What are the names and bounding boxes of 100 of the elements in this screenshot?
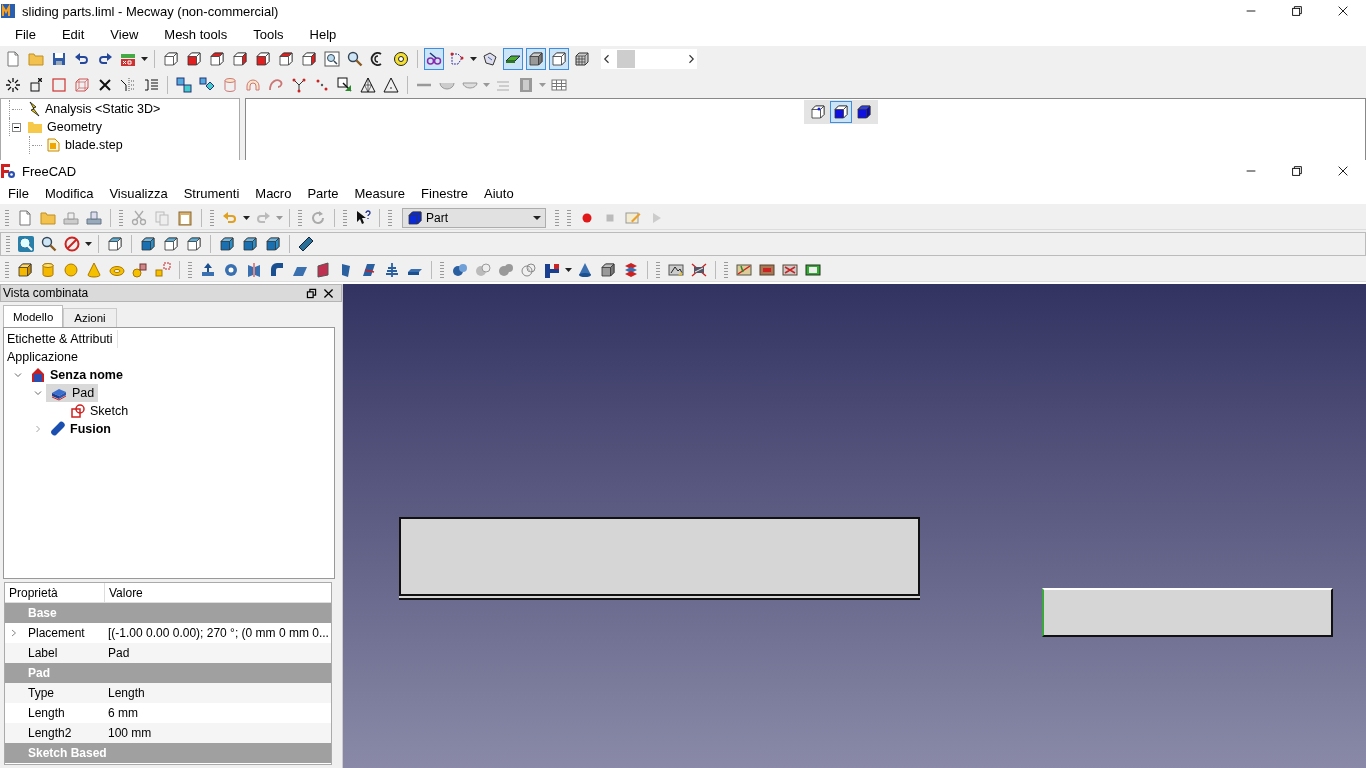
curve-icon[interactable] — [268, 77, 284, 93]
menu-item[interactable]: View — [95, 26, 150, 42]
menu-item[interactable]: Edit — [46, 26, 96, 42]
toolbar-grip[interactable] — [388, 209, 392, 226]
cube-outline-icon[interactable] — [74, 77, 90, 93]
box-icon[interactable] — [17, 261, 33, 278]
property-value[interactable]: 6 mm — [105, 706, 138, 720]
toggle-button[interactable] — [526, 48, 546, 70]
spheres-icon[interactable] — [452, 261, 468, 278]
restore-icon[interactable] — [1290, 164, 1304, 178]
caret-icon[interactable] — [141, 57, 148, 61]
sphere-icon[interactable] — [63, 261, 79, 278]
cube-icon[interactable] — [209, 51, 225, 67]
triangle-mesh-icon[interactable] — [360, 77, 376, 93]
help-pointer-icon[interactable] — [355, 209, 371, 226]
join-icon[interactable] — [544, 261, 560, 278]
caret-icon[interactable] — [85, 242, 92, 246]
cube-icon[interactable] — [242, 236, 258, 252]
mesh-box-icon[interactable] — [120, 51, 136, 67]
toolbar-grip[interactable] — [724, 261, 728, 278]
close-icon[interactable] — [322, 286, 335, 300]
undo-icon[interactable] — [74, 51, 90, 67]
menu-item[interactable]: File — [0, 185, 37, 201]
redo-icon[interactable] — [97, 51, 113, 67]
burst-icon[interactable] — [5, 77, 21, 93]
tree-item[interactable]: Geometry — [47, 120, 102, 134]
cylinder-icon[interactable] — [222, 77, 238, 93]
clipboard-icon[interactable] — [177, 209, 193, 226]
cube-icon[interactable] — [186, 51, 202, 67]
close-icon[interactable] — [1336, 4, 1350, 18]
page-icon[interactable] — [5, 51, 21, 67]
float-icon[interactable] — [305, 286, 318, 300]
dots-icon[interactable] — [314, 77, 330, 93]
chevron-icon[interactable] — [11, 629, 17, 637]
menu-item[interactable]: Tools — [238, 26, 295, 42]
tree-item[interactable]: Analysis <Static 3D> — [45, 102, 161, 116]
cube-icon[interactable] — [301, 51, 317, 67]
workbench-dropdown[interactable]: Part — [402, 207, 546, 228]
toggle-button[interactable] — [424, 48, 444, 70]
menu-item[interactable]: Measure — [346, 185, 414, 201]
magnifier-icon[interactable] — [18, 236, 34, 252]
cube-icon[interactable] — [107, 236, 123, 252]
toolbar-grip[interactable] — [567, 209, 571, 226]
tree-item[interactable]: Fusion — [46, 420, 115, 438]
cube-icon[interactable] — [278, 51, 294, 67]
menu-item[interactable]: Aiuto — [476, 185, 522, 201]
extrude-icon[interactable] — [200, 261, 216, 278]
tab[interactable]: Azioni — [63, 308, 117, 327]
tree-item[interactable]: Sketch — [66, 402, 133, 420]
cube-icon[interactable] — [186, 236, 202, 252]
box-burst-icon[interactable] — [28, 77, 44, 93]
caret-icon[interactable] — [565, 267, 572, 272]
caret-icon[interactable] — [470, 57, 477, 61]
zoom-target-icon[interactable] — [393, 51, 409, 67]
collapse-icon[interactable] — [12, 122, 21, 132]
tree-item[interactable]: Senza nome — [26, 366, 127, 384]
cube-icon[interactable] — [232, 51, 248, 67]
cube-icon[interactable] — [140, 236, 156, 252]
property-value[interactable]: 100 mm — [105, 726, 152, 740]
cone-icon[interactable] — [577, 261, 593, 278]
squares-icon[interactable] — [199, 77, 215, 93]
zoom-window-icon[interactable] — [324, 51, 340, 67]
restore-icon[interactable] — [1290, 4, 1304, 18]
tree-item[interactable]: Pad — [46, 384, 99, 402]
toolbar-grip[interactable] — [5, 261, 9, 278]
property-value[interactable]: Pad — [105, 646, 130, 660]
magnifier-icon[interactable] — [347, 51, 363, 67]
sweep-icon[interactable] — [384, 261, 400, 278]
list-icon[interactable] — [143, 77, 159, 93]
toolbar-scrollbar[interactable] — [601, 49, 697, 69]
caret-icon[interactable] — [243, 215, 250, 220]
cube-icon[interactable] — [163, 236, 179, 252]
resize-icon[interactable] — [337, 77, 353, 93]
menu-item[interactable]: Finestre — [413, 185, 477, 201]
triangle-icon[interactable] — [383, 77, 399, 93]
squares-icon[interactable] — [176, 77, 192, 93]
property-value[interactable]: [(-1.00 0.00 0.00); 270 °; (0 mm 0 mm 0... — [105, 626, 329, 640]
toolbar-grip[interactable] — [298, 209, 302, 226]
mesh-cube-icon[interactable] — [574, 51, 590, 67]
menu-item[interactable]: Parte — [299, 185, 347, 201]
layers-icon[interactable] — [623, 261, 639, 278]
cube-icon[interactable] — [265, 236, 281, 252]
tab[interactable]: Modello — [3, 305, 64, 327]
tray-icon[interactable] — [86, 209, 102, 226]
toggle-button[interactable] — [549, 48, 569, 70]
branch-icon[interactable] — [291, 77, 307, 93]
face-icon[interactable] — [315, 261, 331, 278]
cube-icon[interactable] — [219, 236, 235, 252]
toggle-button[interactable] — [503, 48, 523, 70]
menu-item[interactable]: Visualizza — [101, 185, 176, 201]
toolbar-grip[interactable] — [210, 209, 214, 226]
ruler-icon[interactable] — [298, 236, 314, 252]
view-mode-button[interactable] — [829, 101, 852, 123]
menu-item[interactable]: Strumenti — [175, 185, 248, 201]
menu-item[interactable]: Modifica — [36, 185, 102, 201]
cube-icon[interactable] — [255, 51, 271, 67]
tree-item[interactable]: blade.step — [65, 138, 123, 152]
menu-item[interactable]: Help — [294, 26, 348, 42]
toolbar-grip[interactable] — [119, 209, 123, 226]
toolbar-grip[interactable] — [188, 261, 192, 278]
